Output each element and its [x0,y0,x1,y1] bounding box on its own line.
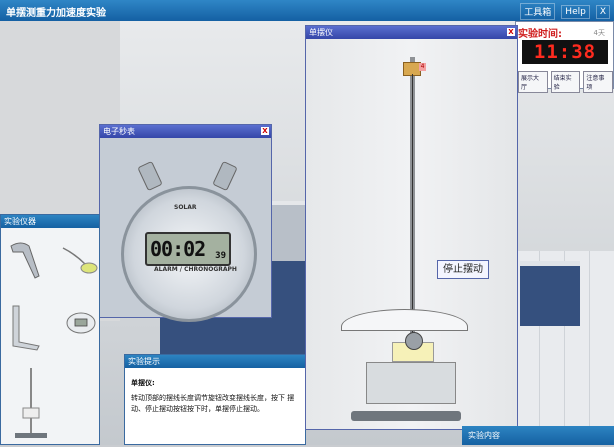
lab-table [520,261,580,326]
timer-display: 11:38 [522,40,608,64]
stopwatch-screen: 00:02 39 [145,232,231,266]
instruments-window: 实验仪器 [0,214,100,445]
timer-label: 实验时间: [518,29,562,40]
experiment-content-tab[interactable]: 实验内容 [462,426,614,445]
clamp-instrument[interactable] [10,242,40,279]
pendulum-base [366,362,456,404]
instruments-window-title: 实验仪器 [1,215,99,228]
pendulum-window-title: 单摆仪 X [306,26,517,39]
hint-body: 单摆仪: 转动顶部的摆线长度调节旋钮改变摆线长度，按下 摆动、停止摆动按钮按下时… [125,368,305,444]
help-button[interactable]: Help [561,4,590,19]
ruler-instrument[interactable] [12,305,40,351]
stopwatch-solar-text: SOLAR [174,204,197,211]
pendulum-title-text: 单摆仪 [309,28,333,37]
stopwatch-window-title: 电子秒表 X [100,125,271,138]
stop-swing-button[interactable]: 停止摆动 [437,260,489,279]
timer-buttons: 展示大厅 结束实验 注意事项 [518,71,614,93]
pendulum-window: 单摆仪 X 4 停止摆动 [305,25,518,430]
instruments-title-text: 实验仪器 [4,217,36,226]
end-experiment-button[interactable]: 结束实验 [550,71,581,93]
stopwatch-window: 电子秒表 X SOLAR 00:02 39 ALARM / CHRONOGRAP… [99,124,272,322]
hint-title-text: 实验提示 [128,357,160,366]
notes-button[interactable]: 注意事项 [583,71,614,93]
stopwatch-instrument[interactable] [66,312,96,334]
clamp-tag: 4 [419,63,426,71]
instrument-icons [10,242,98,438]
title-bar: 单摆测重力加速度实验 工具箱 Help X [0,0,614,21]
instrument-list [1,228,99,444]
close-icon[interactable]: X [507,28,515,36]
showroom-button[interactable]: 展示大厅 [518,71,548,93]
close-icon[interactable]: X [261,127,269,135]
stopwatch-body: SOLAR 00:02 39 ALARM / CHRONOGRAPH [100,138,271,322]
pendulum-thread [412,74,413,334]
hint-window-title: 实验提示 [125,355,305,368]
experiment-timer-panel: 实验时间: 4天 11:38 展示大厅 结束实验 注意事项 [515,21,614,93]
hint-text: 转动顶部的摆线长度调节旋钮改变摆线长度，按下 摆动、停止摆动按钮按下时，单摆停止… [131,394,295,413]
stopwatch-brand-text: ALARM / CHRONOGRAPH [154,266,237,273]
pendulum-bob-instrument[interactable] [62,247,98,274]
close-app-button[interactable]: X [595,4,610,19]
title-bar-controls: 工具箱 Help X [520,3,610,20]
stopwatch-reset-button[interactable] [212,160,238,192]
hint-heading: 单摆仪: [131,379,155,387]
pendulum-stand-instrument[interactable] [15,368,47,438]
stopwatch-small-digits: 39 [215,251,226,261]
timer-days: 4天 [593,29,605,37]
pendulum-bob[interactable] [405,332,423,350]
stopwatch-main-digits: 00:02 [150,237,206,261]
angle-scale [341,309,468,331]
toolbox-button[interactable]: 工具箱 [520,3,556,20]
hint-window: 实验提示 单摆仪: 转动顶部的摆线长度调节旋钮改变摆线长度，按下 摆动、停止摆动… [124,354,306,445]
pendulum-apparatus: 4 停止摆动 [306,39,517,429]
pendulum-foot [351,411,461,421]
stopwatch-title-text: 电子秒表 [103,127,135,136]
app-title: 单摆测重力加速度实验 [6,8,106,19]
stopwatch-start-stop-button[interactable] [137,160,163,192]
